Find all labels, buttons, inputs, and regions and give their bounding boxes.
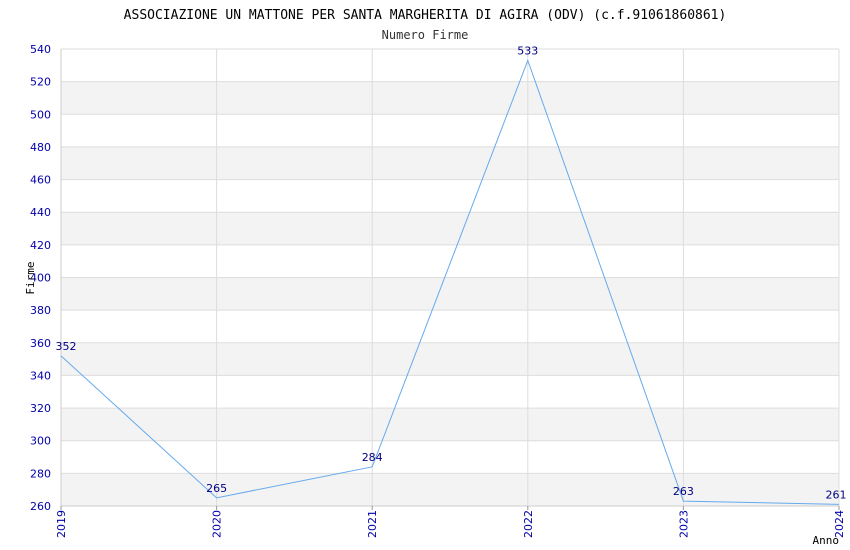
data-label: 284	[362, 451, 383, 464]
y-tick-label: 380	[30, 304, 51, 317]
y-tick-label: 480	[30, 141, 51, 154]
data-label: 261	[826, 488, 847, 501]
x-tick-label: 2020	[211, 510, 224, 538]
y-tick-label: 500	[30, 108, 51, 121]
y-tick-label: 260	[30, 500, 51, 513]
x-tick-label: 2019	[55, 510, 68, 538]
data-label: 352	[56, 340, 77, 353]
data-label: 265	[206, 482, 227, 495]
y-tick-label: 280	[30, 467, 51, 480]
y-tick-label: 300	[30, 435, 51, 448]
y-tick-label: 460	[30, 174, 51, 187]
grid-band	[61, 212, 839, 245]
grid-band	[61, 408, 839, 441]
y-axis-label: Firme	[24, 261, 37, 294]
y-tick-label: 420	[30, 239, 51, 252]
grid-band	[61, 81, 839, 115]
grid-band	[61, 473, 839, 506]
x-axis-label: Anno	[813, 534, 840, 547]
grid-band	[61, 277, 839, 311]
x-tick-label: 2022	[522, 510, 535, 538]
line-chart: 2602803003203403603804004204404604805005…	[24, 8, 847, 547]
y-tick-label: 540	[30, 43, 51, 56]
grid-bands	[61, 81, 839, 506]
x-tick-label: 2021	[366, 510, 379, 538]
y-tick-label: 440	[30, 206, 51, 219]
grid-band	[61, 146, 839, 180]
y-tick-label: 520	[30, 76, 51, 89]
data-label: 263	[673, 485, 694, 498]
y-tick-label: 340	[30, 369, 51, 382]
chart-subtitle: Numero Firme	[382, 28, 469, 42]
chart-title: ASSOCIAZIONE UN MATTONE PER SANTA MARGHE…	[124, 8, 727, 23]
x-tick-labels: 2019 2020 2021 2022 2023 2024	[55, 506, 846, 538]
grid-band	[61, 342, 839, 376]
y-tick-label: 320	[30, 402, 51, 415]
x-tick-label: 2023	[677, 510, 690, 538]
data-label: 533	[517, 44, 538, 57]
y-tick-label: 360	[30, 337, 51, 350]
